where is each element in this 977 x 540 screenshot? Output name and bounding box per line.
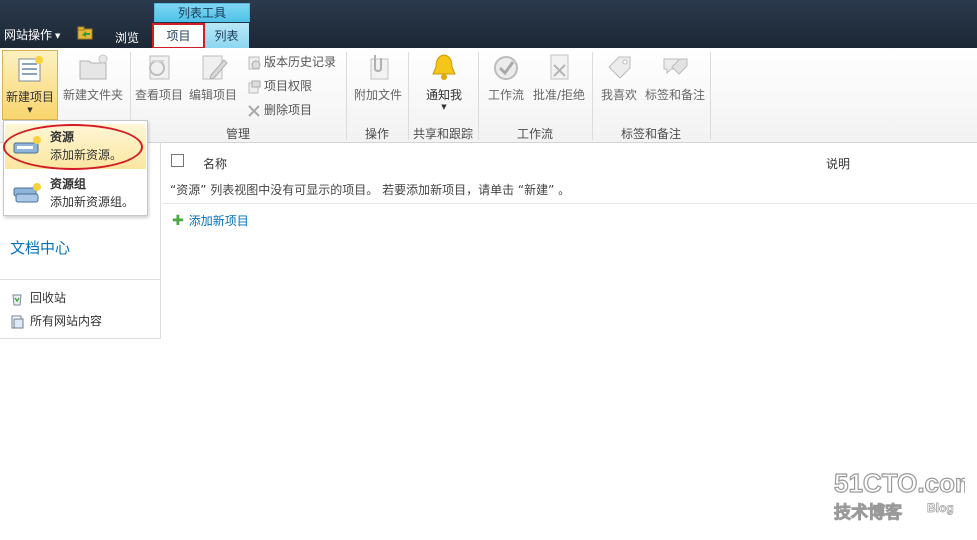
- chevron-down-icon: ▼: [55, 31, 61, 40]
- nav-link-recycle-bin[interactable]: 回收站: [10, 289, 66, 306]
- tags-notes-label: 标签和备注: [644, 88, 705, 102]
- tab-items[interactable]: 项目: [154, 23, 203, 48]
- site-actions-label: 网站操作: [4, 28, 53, 42]
- list-tools-group-label: 列表工具: [154, 3, 250, 22]
- approve-reject-icon: [550, 54, 569, 80]
- list-divider: [162, 203, 977, 204]
- i-like-it-button[interactable]: 我喜欢: [598, 51, 640, 103]
- view-item-label: 查看项目: [134, 88, 183, 102]
- plus-icon: ✚: [172, 213, 184, 229]
- watermark-line2: 技术博客: [834, 502, 903, 523]
- permissions-icon: [248, 80, 261, 93]
- version-history-label: 版本历史记录: [264, 55, 337, 69]
- group-label-share-track: 共享和跟踪: [412, 127, 473, 141]
- attach-file-label: 附加文件: [353, 88, 402, 102]
- version-history-icon: [248, 56, 261, 69]
- version-history-button[interactable]: 版本历史记录: [246, 53, 336, 71]
- empty-list-message: “资源” 列表视图中没有可显示的项目。 若要添加新项目，请单击 “新建” 。: [170, 183, 571, 197]
- i-like-it-label: 我喜欢: [600, 88, 637, 102]
- workflows-label: 工作流: [487, 88, 524, 102]
- nav-divider: [0, 279, 160, 280]
- group-label-manage: 管理: [225, 127, 250, 141]
- tags-notes-icon: [663, 58, 688, 75]
- new-item-icon: [18, 56, 43, 82]
- add-new-item-label: 添加新项目: [188, 214, 249, 228]
- resource-icon: [13, 136, 41, 154]
- view-item-icon: [149, 55, 170, 80]
- new-item-dropdown: 资源 添加新资源。 资源组 添加新资源组。: [3, 120, 148, 216]
- resource-group-icon: [13, 183, 41, 203]
- recycle-bin-icon: [12, 294, 22, 305]
- nav-link-label: 所有网站内容: [30, 314, 103, 328]
- item-permissions-label: 项目权限: [264, 79, 313, 93]
- new-folder-button[interactable]: 新建文件夹: [62, 51, 124, 103]
- watermark-logo: 51CTO.com 技术博客 Blog: [833, 467, 965, 523]
- tag-icon: [608, 56, 631, 79]
- tab-list[interactable]: 列表: [204, 23, 249, 48]
- nav-link-label: 回收站: [30, 291, 67, 305]
- workflow-icon: [494, 56, 518, 80]
- approve-reject-label: 批准/拒绝: [532, 88, 586, 102]
- delete-item-label: 删除项目: [264, 103, 313, 117]
- site-actions-menu[interactable]: 网站操作 ▼: [4, 26, 60, 43]
- group-label-actions: 操作: [364, 127, 389, 141]
- alert-me-button[interactable]: 通知我 ▼: [420, 51, 468, 111]
- site-content-icon: [11, 315, 24, 328]
- menu-item-resource-group[interactable]: 资源组 添加新资源组。: [5, 171, 146, 216]
- group-label-workflow: 工作流: [516, 127, 553, 141]
- new-folder-label: 新建文件夹: [62, 88, 123, 102]
- approve-reject-button[interactable]: 批准/拒绝: [530, 51, 588, 103]
- top-bar: 网站操作 ▼ 浏览 列表工具 项目 列表: [0, 0, 977, 49]
- chevron-down-icon: ▼: [441, 103, 447, 111]
- menu-item-title: 资源: [50, 130, 75, 144]
- delete-icon: [248, 104, 260, 117]
- bell-icon: [432, 54, 456, 80]
- add-new-item-link[interactable]: ✚ 添加新项目: [172, 212, 249, 229]
- menu-item-title: 资源组: [50, 177, 87, 191]
- nav-link-all-site-content[interactable]: 所有网站内容: [10, 312, 102, 329]
- paperclip-icon: [370, 55, 389, 80]
- watermark-line3: Blog: [927, 501, 954, 515]
- watermark-line1: 51CTO.com: [834, 468, 965, 498]
- menu-item-resource[interactable]: 资源 添加新资源。: [5, 124, 146, 169]
- menu-item-description: 添加新资源。: [50, 148, 123, 162]
- workflows-button[interactable]: 工作流: [484, 51, 528, 103]
- edit-item-button[interactable]: 编辑项目: [187, 51, 239, 103]
- edit-item-label: 编辑项目: [188, 88, 237, 102]
- column-header-name[interactable]: 名称: [203, 155, 227, 172]
- column-header-description[interactable]: 说明: [826, 155, 850, 172]
- view-item-button[interactable]: 查看项目: [134, 51, 184, 103]
- new-folder-icon: [79, 54, 108, 80]
- delete-item-button[interactable]: 删除项目: [246, 101, 312, 119]
- tab-browse[interactable]: 浏览: [115, 29, 139, 46]
- menu-item-description: 添加新资源组。: [50, 195, 135, 209]
- alert-me-label: 通知我: [425, 88, 462, 102]
- group-separator: [710, 52, 711, 140]
- edit-item-icon: [202, 55, 228, 80]
- nav-heading-document-center[interactable]: 文档中心: [10, 237, 70, 258]
- navigate-up-icon[interactable]: [77, 25, 93, 40]
- item-permissions-button[interactable]: 项目权限: [246, 77, 312, 95]
- chevron-down-icon: ▼: [27, 106, 33, 114]
- new-item-label: 新建项目: [5, 90, 54, 104]
- select-all-checkbox[interactable]: [171, 154, 184, 167]
- attach-file-button[interactable]: 附加文件: [352, 51, 404, 103]
- tags-notes-button[interactable]: 标签和备注: [644, 51, 706, 103]
- new-item-button[interactable]: 新建项目 ▼: [2, 50, 58, 120]
- group-label-tags-notes: 标签和备注: [620, 127, 681, 141]
